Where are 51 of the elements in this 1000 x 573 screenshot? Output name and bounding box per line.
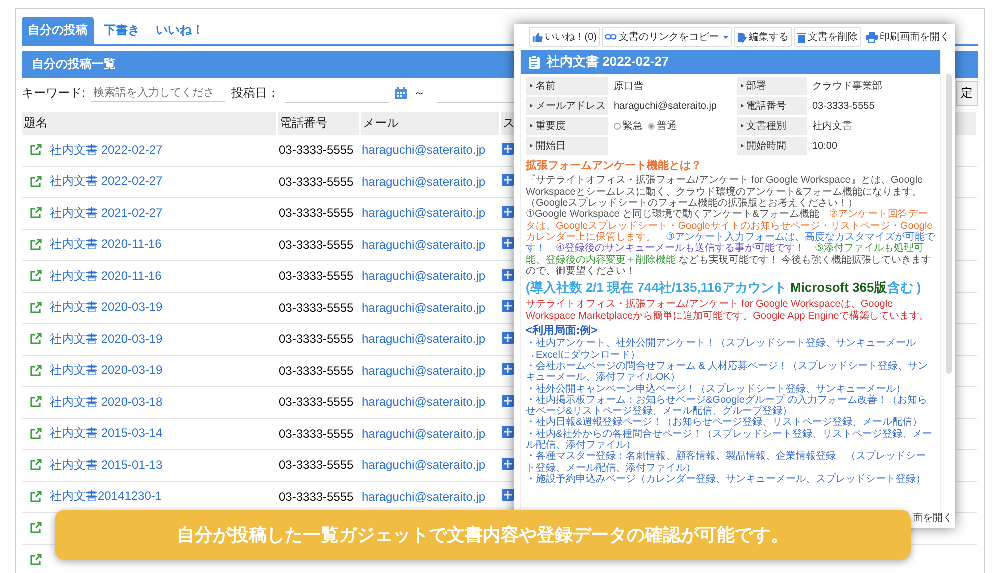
column-header: 題名 — [24, 116, 48, 130]
usage-item: ・社内アンケート、社外公開アンケート！（スプレッドシート登録、サンキューメール→Excelにダウンロード） — [526, 338, 917, 361]
table-cell: 03-3333-5555 — [279, 395, 354, 410]
field-value: 原口晋 — [614, 80, 644, 93]
table-cell: 03-3333-5555 — [279, 426, 354, 441]
column-header: 電話番号 — [280, 116, 328, 130]
caption-banner: 自分が投稿した一覧ガジェットで文書内容や登録データの確認が可能です。 — [55, 510, 911, 560]
field-label: 開始日 — [536, 140, 566, 153]
field-value: haraguchi@sateraito.jp — [614, 100, 717, 112]
field-label: 名前 — [536, 80, 556, 93]
field-label: 重要度 — [536, 120, 566, 133]
column-header: ス — [503, 116, 515, 130]
radio-label: 普通 — [657, 120, 677, 133]
field-label: 開始時間 — [746, 140, 786, 153]
table-cell: 03-3333-5555 — [279, 174, 354, 189]
column-header: メール — [363, 116, 399, 130]
section-heading: 拡張フォームアンケート機能とは？ — [526, 160, 703, 172]
field-label: メールアドレス — [536, 100, 606, 113]
field-value: 03-3333-5555 — [812, 100, 875, 112]
usage-item: ・社内日報&週報登録ページ！（お知らせページ登録、リストページ登録、メール配信） — [526, 417, 924, 428]
usage-item: ・社内掲示板フォーム：お知らせページ&Googleグループ の入力フォーム改善！（お知らせページ&リストページ登録、メール配信、グループ登録） — [526, 394, 929, 418]
field-value: クラウド事業部 — [812, 80, 882, 93]
table-cell: 03-3333-5555 — [279, 300, 354, 315]
table-cell: 03-3333-5555 — [279, 206, 354, 220]
description-paragraph: ①Google Workspace と同じ環境で動くアンケート&フォーム機能 ②アンケート回答データは、Googleスプレッドシート・Googleサイトのお知らせページ・リストページ・Googleカレンダー上に保管します。 ③アンケート入力フォームは、高度なカスタマイズが可能です！ ④登録後のサンキューメールも送信する事が可能です！ ⑤添付ファイルも処理可能、登録後の内容変更＋削除機能 なども実現可能です！ 今後も強く機能拡張していきますので、御要望ください！ — [526, 209, 935, 278]
field-label: 部署 — [746, 80, 766, 93]
field-value: 10:00 — [812, 140, 838, 152]
table-cell: 03-3333-5555 — [279, 143, 354, 158]
usage-heading: <利用局面:例> — [526, 324, 599, 338]
table-cell: 03-3333-5555 — [279, 458, 354, 472]
usage-item: ・施設予約申込みページ（カレンダー登録、サンキューメール、スプレッドシート登録） — [526, 474, 927, 486]
radio-label: 緊急 — [623, 120, 643, 133]
date-label: 投稿日： — [231, 84, 280, 102]
table-cell: 03-3333-5555 — [279, 490, 354, 504]
usage-item: ・各種マスター登録：名刺情報、顧客情報、製品情報、企業情報登録 （スプレッドシート登録、メール配信、添付ファイル） — [526, 451, 927, 474]
table-cell: 03-3333-5555 — [279, 269, 354, 284]
table-cell: 03-3333-5555 — [279, 364, 354, 378]
usage-item: ・会社ホームページの問合せフォーム & 人材応募ページ！（スプレッドシート登録、サンキューメール、添付ファイルOK） — [526, 360, 930, 384]
note-paragraph: サテライトオフィス・拡張フォーム/アンケート for Google Workspaceは、Google Workspace Marketplaceから簡単に追加可能です。Google App Engineで構築しています。 — [526, 299, 930, 322]
field-label: 電話番号 — [746, 100, 786, 113]
table-cell: 03-3333-5555 — [279, 332, 354, 346]
field-label: 文書種別 — [746, 120, 786, 133]
description-paragraph: 『サテライトオフィス・拡張フォーム/アンケート for Google Workspace』とは、Google Workspaceとシームレスに動く、クラウド環境のアンケート&フォーム機能になります。（Googleスプレッドシートのフォーム機能の拡張版とお考えください！） — [526, 175, 924, 210]
range-separator: ～ — [413, 84, 426, 102]
stats-line: (導入社数 2/1 現在 744社/135,116アカウント Microsoft 365版含む ) — [526, 280, 922, 296]
table-cell: 03-3333-5555 — [279, 238, 354, 252]
field-value: 社内文書 — [812, 120, 852, 133]
document-title: 社内文書 2022-02-27 — [547, 53, 670, 71]
usage-item: ・社内&社外からの各種問合せページ！（スプレッドシート登録、リストページ登録、メール配信、添付ファイル） — [526, 428, 934, 452]
usage-item: ・社外公開キャンペーン申込ページ！（スプレッドシート登録、サンキューメール） — [526, 384, 907, 395]
keyword-label: キーワード: — [22, 84, 86, 102]
